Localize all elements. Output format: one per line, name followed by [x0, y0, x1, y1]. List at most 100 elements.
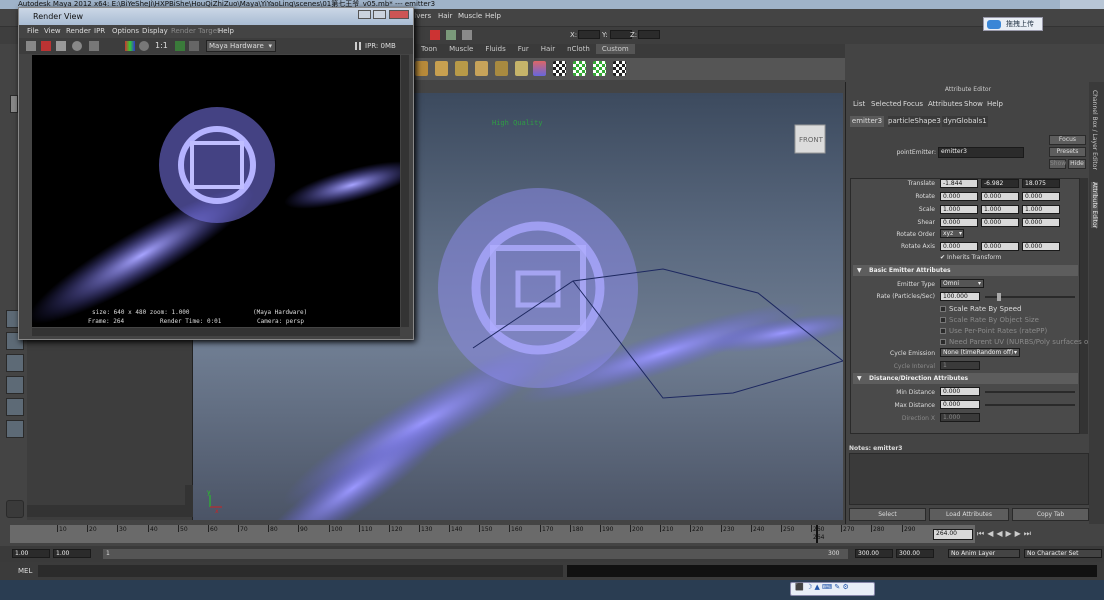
max-distance-slider[interactable] [985, 404, 1075, 406]
ae-menu-focus[interactable]: Focus [903, 100, 923, 108]
anim-layer-select[interactable]: No Anim Layer [948, 549, 1020, 558]
renderer-select[interactable]: Maya Hardware ▾ [206, 40, 276, 52]
scale-rate-speed-checkbox[interactable]: Scale Rate By Speed [940, 305, 1021, 313]
checker-icon[interactable] [593, 61, 606, 76]
rv-menu-render-target[interactable]: Render Target [171, 27, 220, 35]
shelf-tab-muscle[interactable]: Muscle [443, 44, 479, 54]
range-slider[interactable]: 1 300 [103, 549, 848, 559]
cycle-emission-select[interactable]: None (timeRandom off) ▾ [940, 348, 1020, 357]
rotate-axis-z-field[interactable]: 0.000 [1022, 242, 1060, 251]
hide-button[interactable]: Hide [1068, 159, 1086, 169]
layout-icon[interactable] [6, 420, 24, 438]
time-slider[interactable]: 10 20 30 40 50 60 70 80 90 100 110 120 130 140 150 160 1… [10, 525, 975, 543]
maximize-button[interactable] [373, 10, 386, 19]
need-parent-uv-checkbox[interactable]: Need Parent UV (NURBS/Poly surfaces only… [940, 338, 1102, 346]
shear-y-field[interactable]: 0.000 [981, 218, 1019, 227]
current-frame-field[interactable]: 264.00 [933, 529, 973, 540]
outliner-scrollbar[interactable] [27, 505, 193, 517]
per-point-rates-checkbox[interactable]: Use Per-Point Rates (ratePP) [940, 327, 1047, 335]
rotate-order-select[interactable]: xyz ▾ [940, 229, 964, 238]
ipr-refresh-icon[interactable] [72, 41, 82, 51]
viewcube[interactable]: FRONT [794, 124, 826, 154]
inherits-transform-checkbox[interactable]: ✔ Inherits Transform [940, 254, 1001, 261]
shelf-tab-ncloth[interactable]: nCloth [561, 44, 596, 54]
render-icon[interactable] [430, 30, 440, 40]
scale-x-field[interactable]: 1.000 [940, 205, 978, 214]
x-field[interactable] [578, 30, 600, 39]
rv-menu-display[interactable]: Display [142, 27, 168, 35]
direction-x-field[interactable]: 1.000 [940, 413, 980, 422]
real-size-label[interactable]: 1:1 [155, 41, 168, 50]
ae-menu-help[interactable]: Help [987, 100, 1003, 108]
ae-menu-attributes[interactable]: Attributes [928, 100, 963, 108]
tab-dynglobals1[interactable]: dynGlobals1 [942, 116, 988, 127]
outliner-vscroll[interactable] [185, 485, 193, 505]
tab-emitter3[interactable]: emitter3 [850, 116, 884, 127]
z-field[interactable] [638, 30, 660, 39]
min-distance-slider[interactable] [985, 391, 1075, 393]
render-view-hscroll[interactable] [32, 328, 400, 336]
basic-emitter-section[interactable]: ▼ Basic Emitter Attributes [853, 265, 1078, 276]
shelf-tool-icon[interactable] [475, 61, 488, 76]
rv-menu-render[interactable]: Render [66, 27, 91, 35]
attribute-vscroll[interactable] [1080, 178, 1088, 434]
render-settings-icon[interactable] [462, 30, 472, 40]
tab-channel-box[interactable]: Channel Box / Layer Editor [1091, 90, 1098, 170]
rv-menu-view[interactable]: View [44, 27, 61, 35]
range-start-outer-field[interactable]: 1.00 [12, 549, 50, 558]
load-attributes-button[interactable]: Load Attributes [929, 508, 1009, 521]
minimize-button[interactable] [358, 10, 371, 19]
shelf-tab-fur[interactable]: Fur [512, 44, 535, 54]
redo-render-icon[interactable] [26, 41, 36, 51]
range-end-outer-field[interactable]: 300.00 [896, 549, 934, 558]
select-tool-icon[interactable] [10, 95, 18, 113]
rv-menu-file[interactable]: File [27, 27, 39, 35]
notes-textarea[interactable] [849, 453, 1089, 505]
max-distance-field[interactable]: 0.000 [940, 400, 980, 409]
checker-icon[interactable] [553, 61, 566, 76]
tab-attribute-editor[interactable]: Attribute Editor [1091, 182, 1098, 229]
scale-z-field[interactable]: 1.000 [1022, 205, 1060, 214]
stop-icon[interactable] [89, 41, 99, 51]
keep-image-icon[interactable] [175, 41, 185, 51]
mel-input[interactable] [38, 565, 563, 577]
ae-menu-list[interactable]: List [853, 100, 865, 108]
copy-tab-button[interactable]: Copy Tab [1012, 508, 1089, 521]
rotate-x-field[interactable]: 0.000 [940, 192, 978, 201]
distance-direction-section[interactable]: ▼ Distance/Direction Attributes [853, 373, 1078, 384]
rotate-y-field[interactable]: 0.000 [981, 192, 1019, 201]
checker-icon[interactable] [613, 61, 626, 76]
rotate-axis-x-field[interactable]: 0.000 [940, 242, 978, 251]
ime-toolbar[interactable]: ⬛ ☽ ▲ ⌨ ✎ ⚙ [790, 582, 875, 596]
snapshot-icon[interactable] [56, 41, 66, 51]
shelf-tab-toon[interactable]: Toon [415, 44, 443, 54]
select-button[interactable]: Select [849, 508, 926, 521]
ae-menu-show[interactable]: Show [964, 100, 983, 108]
upload-button[interactable]: 拖拽上传 [983, 17, 1043, 31]
remove-image-icon[interactable] [189, 41, 199, 51]
menu-item-help[interactable]: Help [485, 12, 501, 20]
rv-menu-options[interactable]: Options [112, 27, 139, 35]
y-field[interactable] [610, 30, 632, 39]
checker-icon[interactable] [573, 61, 586, 76]
node-name-field[interactable]: emitter3 [938, 147, 1024, 158]
rotate-axis-y-field[interactable]: 0.000 [981, 242, 1019, 251]
layout-icon[interactable] [6, 354, 24, 372]
window-controls[interactable] [1060, 0, 1104, 9]
rate-slider-handle[interactable] [997, 293, 1001, 301]
tab-particleshape3[interactable]: particleShape3 [888, 116, 941, 127]
layout-icon[interactable] [6, 398, 24, 416]
shelf-tab-fluids[interactable]: Fluids [479, 44, 511, 54]
min-distance-field[interactable]: 0.000 [940, 387, 980, 396]
rv-menu-help[interactable]: Help [218, 27, 234, 35]
shelf-tool-icon[interactable] [415, 61, 428, 76]
menu-item-hair[interactable]: Hair [438, 12, 452, 20]
render-region-icon[interactable] [41, 41, 51, 51]
scale-y-field[interactable]: 1.000 [981, 205, 1019, 214]
render-view-vscroll[interactable] [401, 55, 409, 327]
cycle-interval-field[interactable]: 1 [940, 361, 980, 370]
emitter-type-select[interactable]: Omni ▾ [940, 279, 984, 288]
show-button[interactable]: Show [1049, 159, 1066, 169]
scale-rate-object-checkbox[interactable]: Scale Rate By Object Size [940, 316, 1039, 324]
ae-menu-selected[interactable]: Selected [871, 100, 901, 108]
